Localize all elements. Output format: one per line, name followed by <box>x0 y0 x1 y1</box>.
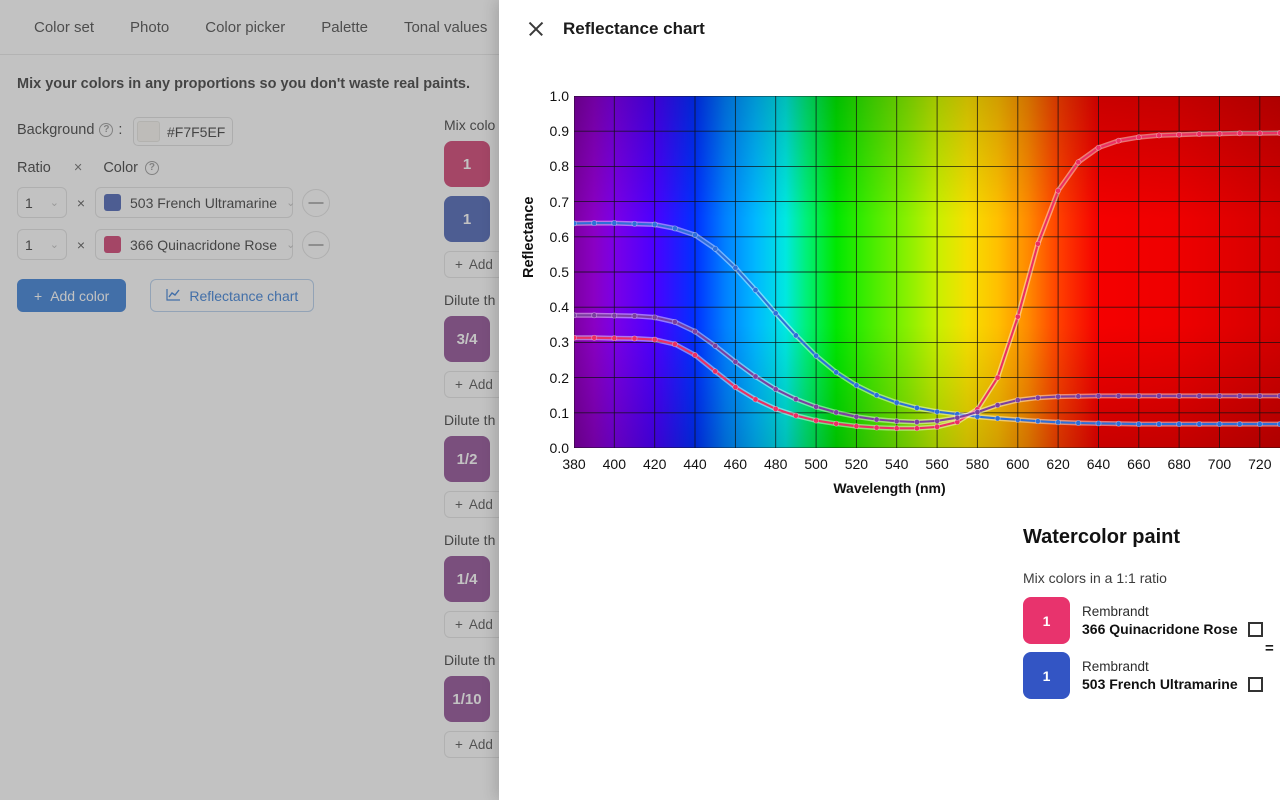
y-axis-tick: 0.5 <box>537 264 569 280</box>
x-axis-tick: 680 <box>1167 456 1190 472</box>
y-axis-tick: 0.3 <box>537 334 569 350</box>
x-axis-label: Wavelength (nm) <box>499 480 1280 496</box>
y-axis-tick: 0.4 <box>537 299 569 315</box>
y-axis-tick: 0.1 <box>537 405 569 421</box>
x-axis-tick: 400 <box>603 456 626 472</box>
y-axis-tick: 0.8 <box>537 158 569 174</box>
y-axis-tick: 1.0 <box>537 88 569 104</box>
paint-ratio-value: 1 <box>1043 613 1051 629</box>
y-axis-tick: 0.0 <box>537 440 569 456</box>
paint-name: 503 French Ultramarine <box>1082 676 1238 692</box>
reflectance-chart-modal: Reflectance chart Reflectance 0.0 0.1 0.2 0… <box>499 0 1280 800</box>
paint-checkbox[interactable] <box>1248 677 1263 692</box>
paint-section-title: Watercolor paint <box>1023 526 1180 549</box>
x-axis-tick: 580 <box>966 456 989 472</box>
x-axis-tick: 380 <box>562 456 585 472</box>
x-axis-tick: 420 <box>643 456 666 472</box>
paint-ratio-value: 1 <box>1043 668 1051 684</box>
close-icon[interactable] <box>526 19 546 39</box>
list-item: 1 Rembrandt 366 Quinacridone Rose <box>1023 597 1263 644</box>
x-axis-tick: 720 <box>1248 456 1271 472</box>
paint-brand: Rembrandt <box>1082 659 1263 674</box>
x-axis-tick: 500 <box>804 456 827 472</box>
y-axis-tick: 0.2 <box>537 370 569 386</box>
paint-checkbox[interactable] <box>1248 622 1263 637</box>
paint-ratio-badge: 1 <box>1023 652 1070 699</box>
x-axis-tick: 440 <box>683 456 706 472</box>
x-axis-tick: 540 <box>885 456 908 472</box>
chart-svg <box>574 96 1280 448</box>
list-item: 1 Rembrandt 503 French Ultramarine <box>1023 652 1263 699</box>
y-axis-tick: 0.9 <box>537 123 569 139</box>
x-axis-tick: 620 <box>1046 456 1069 472</box>
y-axis-tick: 0.6 <box>537 229 569 245</box>
equals-sign: = <box>1265 640 1274 657</box>
paint-ratio-badge: 1 <box>1023 597 1070 644</box>
y-axis-label: Reflectance <box>521 197 537 278</box>
x-axis-tick: 640 <box>1087 456 1110 472</box>
paint-section-subtitle: Mix colors in a 1:1 ratio <box>1023 570 1167 586</box>
y-axis-ticks: 0.00.10.20.30.40.50.60.70.80.91.0 <box>537 60 569 420</box>
x-axis-tick: 480 <box>764 456 787 472</box>
paint-texts: Rembrandt 366 Quinacridone Rose <box>1082 604 1263 637</box>
paint-brand: Rembrandt <box>1082 604 1263 619</box>
x-axis-tick: 560 <box>925 456 948 472</box>
y-axis-tick: 0.7 <box>537 194 569 210</box>
modal-header: Reflectance chart <box>499 0 1280 58</box>
x-axis-ticks: 3804004204404604805005205405605806006206… <box>499 60 1280 90</box>
paint-name-row: 503 French Ultramarine <box>1082 676 1263 692</box>
reflectance-chart: Reflectance 0.0 0.1 0.2 0.3 0.4 0.5 0.6 0.7 0.8 0… <box>499 60 1280 510</box>
x-axis-tick: 660 <box>1127 456 1150 472</box>
plot-area <box>574 96 1280 448</box>
x-axis-tick: 600 <box>1006 456 1029 472</box>
paint-name: 366 Quinacridone Rose <box>1082 621 1238 637</box>
paint-texts: Rembrandt 503 French Ultramarine <box>1082 659 1263 692</box>
modal-title: Reflectance chart <box>563 19 705 39</box>
x-axis-tick: 700 <box>1208 456 1231 472</box>
x-axis-tick: 520 <box>845 456 868 472</box>
paint-name-row: 366 Quinacridone Rose <box>1082 621 1263 637</box>
paint-mix-list: 1 Rembrandt 366 Quinacridone Rose 1 Remb… <box>1023 597 1263 707</box>
x-axis-tick: 460 <box>724 456 747 472</box>
